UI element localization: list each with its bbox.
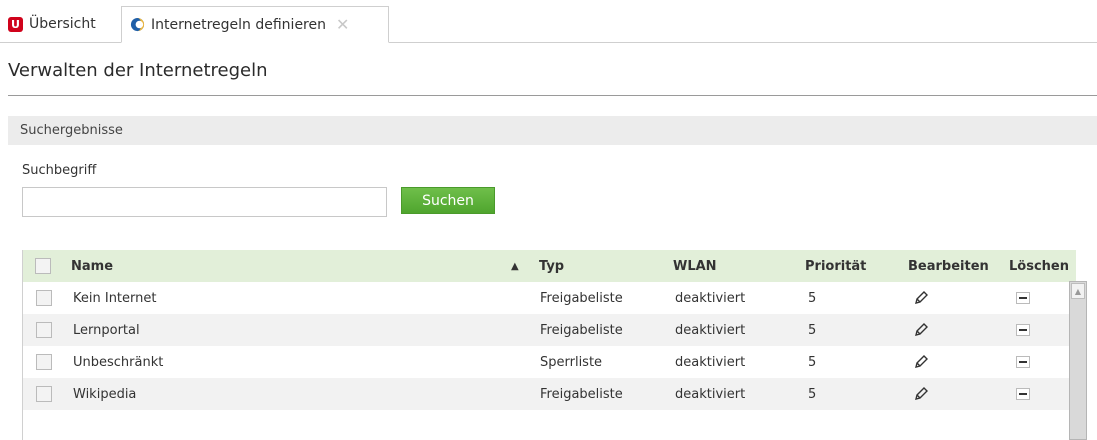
select-all-checkbox[interactable]: [35, 258, 51, 274]
title-divider: [8, 95, 1097, 96]
rule-type: Freigabeliste: [540, 322, 623, 338]
sort-ascending-icon[interactable]: ▲: [511, 250, 519, 282]
rule-wlan: deaktiviert: [675, 354, 746, 370]
column-header-name[interactable]: Name: [71, 250, 113, 282]
table-row[interactable]: Lernportal Freigabeliste deaktiviert 5: [23, 314, 1070, 346]
table-scrollbar[interactable]: ▲: [1069, 281, 1087, 440]
rule-wlan: deaktiviert: [675, 386, 746, 402]
edit-cell: [914, 314, 928, 346]
rule-wlan: deaktiviert: [675, 322, 746, 338]
edit-cell: [914, 378, 928, 410]
table-header: Name ▲ Typ WLAN Priorität Bearbeiten Lös…: [23, 250, 1076, 282]
select-all-cell: [35, 250, 51, 282]
rule-type: Freigabeliste: [540, 386, 623, 402]
column-header-type[interactable]: Typ: [539, 250, 564, 282]
tab-bar: U Übersicht Internetregeln definieren ✕: [0, 0, 1097, 43]
scroll-up-arrow-icon[interactable]: ▲: [1071, 283, 1085, 299]
row-checkbox-cell: [36, 346, 52, 378]
rule-priority: 5: [808, 322, 817, 338]
rule-priority: 5: [808, 290, 817, 306]
row-checkbox[interactable]: [36, 386, 52, 402]
column-header-wlan[interactable]: WLAN: [673, 250, 717, 282]
rule-wlan: deaktiviert: [675, 290, 746, 306]
rule-priority: 5: [808, 386, 817, 402]
tab-overview[interactable]: U Übersicht: [8, 6, 120, 42]
row-checkbox[interactable]: [36, 354, 52, 370]
column-header-delete: Löschen: [1009, 258, 1069, 274]
tab-internet-rules-label: Internetregeln definieren: [151, 16, 326, 33]
delete-cell: [1016, 282, 1030, 314]
row-checkbox-cell: [36, 378, 52, 410]
search-label: Suchbegriff: [22, 163, 97, 178]
delete-cell: [1016, 346, 1030, 378]
edit-cell: [914, 346, 928, 378]
delete-icon[interactable]: [1016, 356, 1030, 368]
delete-icon[interactable]: [1016, 324, 1030, 336]
table-row[interactable]: Kein Internet Freigabeliste deaktiviert …: [23, 282, 1070, 314]
delete-icon[interactable]: [1016, 292, 1030, 304]
rule-type: Sperrliste: [540, 354, 603, 370]
rule-name: Kein Internet: [73, 290, 157, 306]
rule-priority: 5: [808, 354, 817, 370]
section-header: Suchergebnisse: [8, 116, 1097, 145]
page-title: Verwalten der Internetregeln: [8, 60, 268, 81]
edit-cell: [914, 282, 928, 314]
delete-cell: [1016, 314, 1030, 346]
search-input[interactable]: [22, 187, 387, 217]
close-icon[interactable]: ✕: [336, 16, 349, 33]
rules-table: Name ▲ Typ WLAN Priorität Bearbeiten Lös…: [22, 250, 1076, 440]
rule-type: Freigabeliste: [540, 290, 623, 306]
pencil-icon[interactable]: [914, 323, 928, 337]
row-checkbox-cell: [36, 282, 52, 314]
tab-internet-rules[interactable]: Internetregeln definieren ✕: [121, 6, 389, 43]
row-checkbox[interactable]: [36, 290, 52, 306]
row-checkbox[interactable]: [36, 322, 52, 338]
search-button[interactable]: Suchen: [401, 187, 495, 214]
brand-u-icon: U: [8, 16, 23, 32]
row-checkbox-cell: [36, 314, 52, 346]
tab-overview-label: Übersicht: [29, 16, 96, 32]
table-row[interactable]: Wikipedia Freigabeliste deaktiviert 5: [23, 378, 1070, 410]
pencil-icon[interactable]: [914, 291, 928, 305]
section-header-label: Suchergebnisse: [20, 123, 123, 138]
delete-cell: [1016, 378, 1030, 410]
rule-name: Wikipedia: [73, 386, 137, 402]
globe-icon: [130, 17, 145, 32]
column-header-edit: Bearbeiten: [908, 258, 989, 274]
pencil-icon[interactable]: [914, 387, 928, 401]
delete-icon[interactable]: [1016, 388, 1030, 400]
pencil-icon[interactable]: [914, 355, 928, 369]
column-header-priority[interactable]: Priorität: [805, 250, 866, 282]
rule-name: Lernportal: [73, 322, 140, 338]
table-row[interactable]: Unbeschränkt Sperrliste deaktiviert 5: [23, 346, 1070, 378]
rule-name: Unbeschränkt: [73, 354, 164, 370]
